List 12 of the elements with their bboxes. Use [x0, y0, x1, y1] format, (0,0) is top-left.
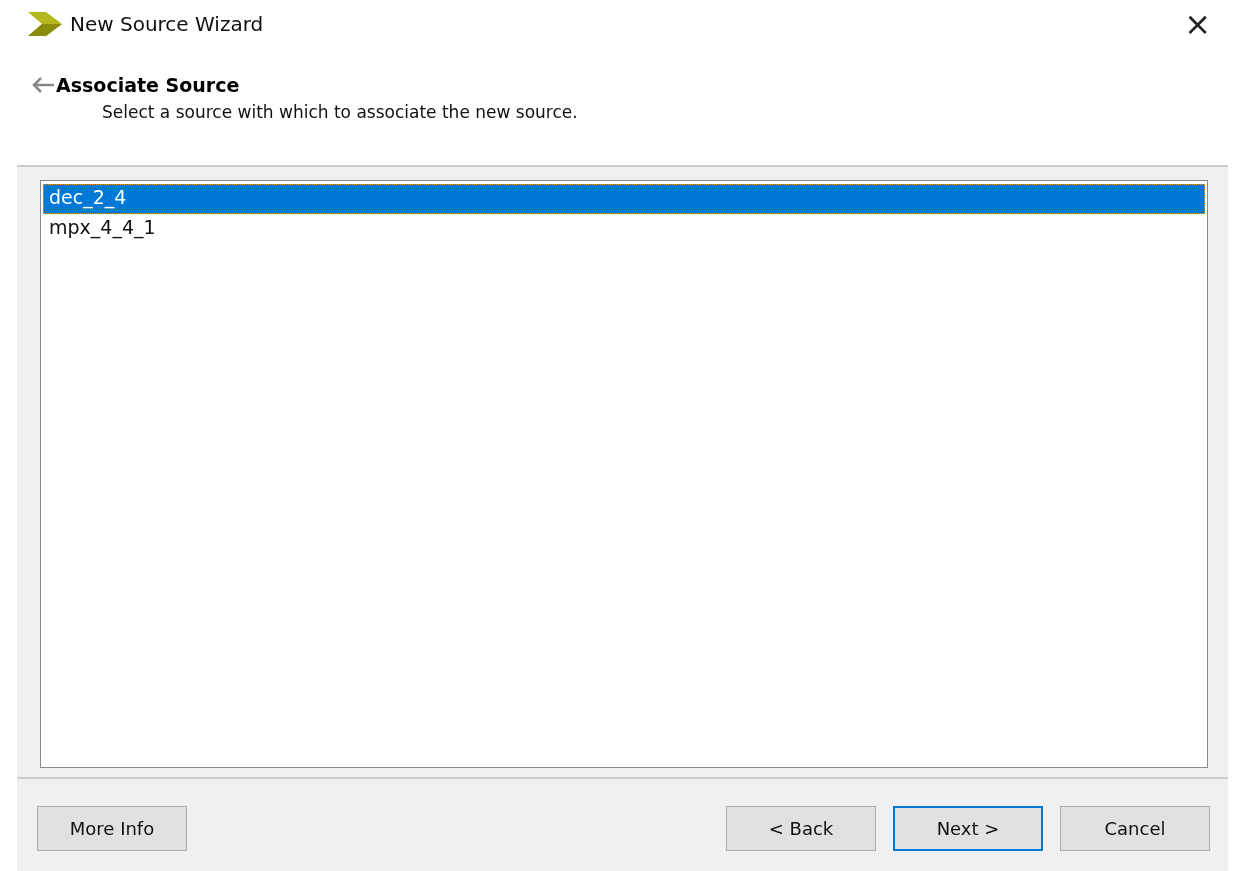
- page-title: Associate Source: [56, 74, 240, 96]
- source-item[interactable]: dec_2_4: [43, 184, 1205, 214]
- back-arrow-icon: [30, 75, 56, 95]
- page-subtitle: Select a source with which to associate the new source.: [101, 102, 579, 122]
- dialog-button[interactable]: Cancel: [1060, 806, 1210, 851]
- chevron-logo-icon: [28, 12, 62, 36]
- source-item[interactable]: mpx_4_4_1: [43, 214, 1205, 244]
- dialog-button[interactable]: More Info: [37, 806, 187, 851]
- close-button[interactable]: ×: [1180, 6, 1215, 42]
- dialog-button[interactable]: < Back: [726, 806, 876, 851]
- default-button[interactable]: Next >: [893, 806, 1043, 851]
- window-title: New Source Wizard: [70, 12, 264, 36]
